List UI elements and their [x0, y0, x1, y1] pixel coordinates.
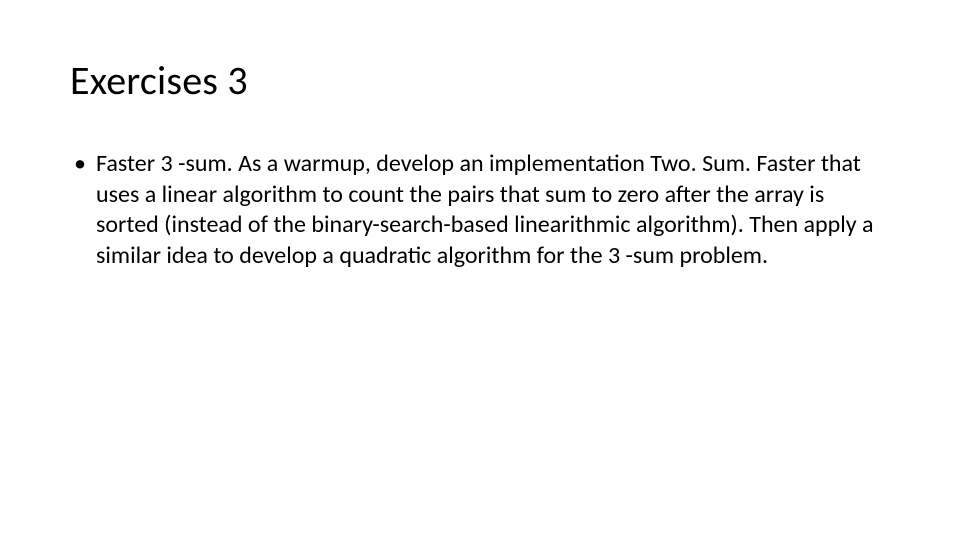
list-item: Faster 3 -sum. As a warmup, develop an i… [70, 149, 890, 272]
slide-title: Exercises 3 [70, 56, 890, 105]
bullet-list: Faster 3 -sum. As a warmup, develop an i… [70, 149, 890, 272]
slide: Exercises 3 Faster 3 -sum. As a warmup, … [0, 0, 960, 540]
slide-body: Faster 3 -sum. As a warmup, develop an i… [70, 149, 890, 272]
